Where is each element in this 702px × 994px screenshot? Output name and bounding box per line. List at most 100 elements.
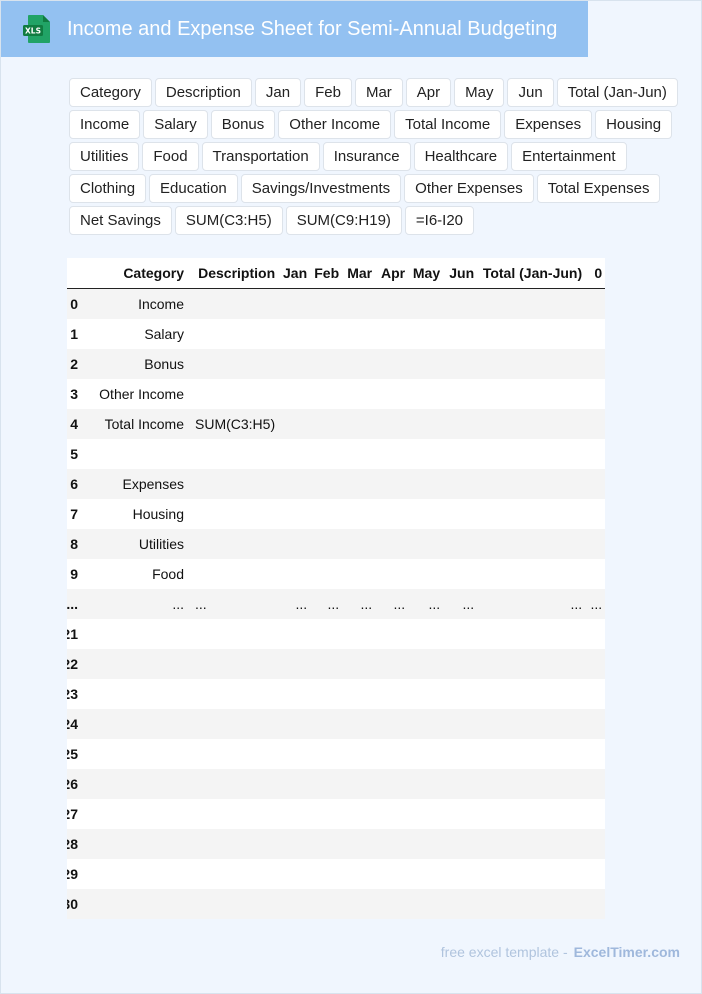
table-cell: [408, 769, 443, 799]
table-cell: [443, 289, 477, 320]
table-cell: [310, 379, 342, 409]
table-cell: [310, 649, 342, 679]
table-cell: [278, 289, 310, 320]
table-cell: [443, 409, 477, 439]
table-cell: [342, 439, 375, 469]
table-cell: [81, 619, 187, 649]
table-cell: [310, 889, 342, 919]
table-cell: [310, 829, 342, 859]
table-cell: [375, 709, 408, 739]
table-cell: [310, 619, 342, 649]
table-cell: [310, 469, 342, 499]
table-cell: [81, 439, 187, 469]
table-row: 4 Total Income SUM(C3:H5): [67, 409, 606, 439]
row-index: 26: [67, 776, 78, 792]
table-cell: [585, 529, 605, 559]
table-cell: [477, 529, 585, 559]
title-bar: XLS Income and Expense Sheet for Semi-An…: [1, 1, 588, 57]
row-index: 5: [70, 446, 78, 462]
table-cell: [408, 499, 443, 529]
table-cell: [477, 379, 585, 409]
table-cell: [375, 319, 408, 349]
table-cell: Other Income: [99, 386, 184, 402]
excel-icon-label: XLS: [25, 27, 41, 36]
table-cell: [375, 379, 408, 409]
tag-chip: Insurance: [322, 142, 411, 171]
table-cell: [477, 649, 585, 679]
table-cell: [278, 469, 310, 499]
tag-chip: Transportation: [201, 142, 320, 171]
table-cell: [477, 769, 585, 799]
table-cell: [278, 409, 310, 439]
table-cell: ...: [393, 596, 406, 612]
table-cell: [278, 829, 310, 859]
row-index: 25: [67, 746, 78, 762]
column-header: Category: [81, 258, 187, 289]
table-cell: ...: [590, 596, 603, 612]
table-cell: [443, 709, 477, 739]
table-cell: [585, 499, 605, 529]
tag-chip: May: [454, 78, 505, 107]
table-cell: [443, 439, 477, 469]
table-cell: [278, 859, 310, 889]
table-cell: [375, 799, 408, 829]
table-cell: [187, 499, 278, 529]
column-header: Jan: [278, 258, 311, 289]
table-cell: [477, 709, 585, 739]
table-cell: [585, 739, 605, 769]
column-tag-list: Category Description Jan Feb Mar Apr May Jun Tot…: [69, 78, 679, 238]
table-cell: [278, 319, 310, 349]
row-index: 9: [70, 566, 78, 582]
table-cell: ...: [360, 596, 373, 612]
table-cell: [342, 469, 375, 499]
table-cell: [408, 679, 443, 709]
table-row: 26: [67, 769, 606, 799]
table-row: 22: [67, 649, 606, 679]
table-cell: [408, 289, 443, 320]
table-cell: [408, 799, 443, 829]
row-index: 28: [67, 836, 78, 852]
table-cell: [375, 649, 408, 679]
table-cell: [187, 829, 278, 859]
table-cell: [310, 529, 342, 559]
table-row: 1 Salary: [67, 319, 606, 349]
table-cell: [443, 559, 477, 589]
table-cell: [81, 649, 187, 679]
table-cell: [443, 739, 477, 769]
table-cell: [477, 499, 585, 529]
table-cell: [477, 799, 585, 829]
tag-chip: Apr: [405, 78, 452, 107]
table-cell: [375, 469, 408, 499]
table-row: 23: [67, 679, 606, 709]
table-cell: [375, 559, 408, 589]
table-cell: [81, 859, 187, 889]
table-cell: [342, 349, 375, 379]
table-cell: [310, 769, 342, 799]
footer-brand-link[interactable]: ExcelTimer.com: [574, 944, 680, 960]
table-cell: [477, 289, 585, 320]
table-cell: [81, 799, 187, 829]
table-cell: [477, 319, 585, 349]
table-row: .................................: [67, 589, 606, 619]
row-index: ...: [67, 596, 78, 612]
table-cell: Housing: [132, 506, 184, 522]
table-cell: [375, 739, 408, 769]
row-index: 22: [67, 656, 78, 672]
column-header: [67, 258, 81, 289]
table-cell: ...: [462, 596, 475, 612]
table-cell: [81, 679, 187, 709]
table-cell: [81, 709, 187, 739]
table-cell: [187, 319, 278, 349]
table-cell: Expenses: [122, 476, 184, 492]
table-cell: [310, 859, 342, 889]
table-cell: [585, 409, 605, 439]
tag-chip: Mar: [354, 78, 403, 107]
table-cell: [187, 379, 278, 409]
tag-chip: Total Income: [394, 110, 502, 139]
table-cell: [477, 889, 585, 919]
tag-row: Income Salary Bonus Other Income Total Incom…: [69, 110, 679, 139]
table-cell: Salary: [144, 326, 184, 342]
table-cell: Utilities: [138, 536, 184, 552]
row-index: 1: [70, 326, 78, 342]
table-cell: [342, 499, 375, 529]
